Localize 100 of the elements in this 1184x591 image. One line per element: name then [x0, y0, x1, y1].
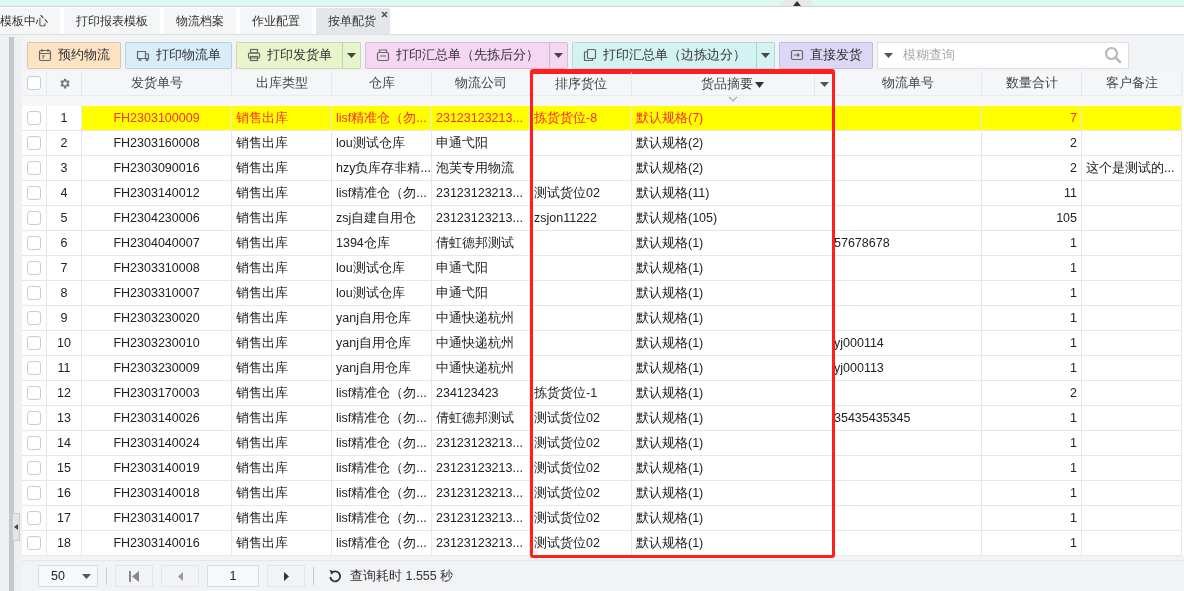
checkbox[interactable]: [27, 76, 41, 90]
checkbox[interactable]: [27, 361, 41, 375]
table-cell: 11: [982, 181, 1082, 206]
table-cell: lou测试仓库: [332, 256, 432, 281]
checkbox[interactable]: [27, 161, 41, 175]
table-cell: 测试货位02: [530, 506, 632, 531]
tab[interactable]: 物流档案: [164, 8, 236, 34]
sort-icon: [755, 81, 764, 88]
table-cell: 默认规格(2): [632, 156, 834, 181]
checkbox[interactable]: [27, 211, 41, 225]
row-number: 6: [47, 231, 82, 256]
checkbox[interactable]: [27, 236, 41, 250]
row-number: 17: [47, 506, 82, 531]
table-cell: 1: [982, 356, 1082, 381]
table-cell: FH2303140024: [82, 431, 232, 456]
table-cell: 销售出库: [232, 531, 332, 556]
collapse-handle[interactable]: [780, 0, 814, 6]
refresh-icon[interactable]: [328, 569, 342, 583]
caret-icon: [819, 82, 829, 87]
first-page-button[interactable]: [115, 565, 153, 587]
checkbox[interactable]: [27, 511, 41, 525]
table-cell: 销售出库: [232, 206, 332, 231]
left-arrow-icon: [177, 571, 183, 581]
table-cell: 1: [982, 431, 1082, 456]
chevron-icon[interactable]: [728, 96, 738, 102]
checkbox[interactable]: [27, 536, 41, 550]
row-number: 1: [47, 106, 82, 131]
page-number-field[interactable]: 1: [207, 565, 259, 587]
tab[interactable]: 模板中心: [0, 8, 60, 34]
dropdown-button[interactable]: [756, 42, 774, 68]
checkbox[interactable]: [27, 386, 41, 400]
table-cell: 23123123213...: [432, 431, 530, 456]
row-number: 13: [47, 406, 82, 431]
table-cell: 1: [982, 331, 1082, 356]
checkbox[interactable]: [27, 461, 41, 475]
table-cell: 2: [982, 131, 1082, 156]
search-icon[interactable]: [1104, 46, 1122, 64]
row-number: 12: [47, 381, 82, 406]
table-cell: yanj自用仓库: [332, 356, 432, 381]
caret-icon[interactable]: [884, 52, 893, 58]
table-cell: 泡芙专用物流: [432, 156, 530, 181]
table-cell: 默认规格(1): [632, 281, 834, 306]
previous-page-button[interactable]: [161, 565, 199, 587]
checkbox[interactable]: [27, 486, 41, 500]
table-cell: lisf精准仓（勿...: [332, 431, 432, 456]
toolbar-button[interactable]: 预约物流: [28, 42, 120, 68]
tab[interactable]: 打印报表模板: [64, 8, 160, 34]
tab[interactable]: 作业配置: [240, 8, 312, 34]
toolbar-icon: [247, 48, 261, 62]
table-cell: lisf精准仓（勿...: [332, 181, 432, 206]
dropdown-button[interactable]: [342, 42, 360, 68]
collapse-handle[interactable]: [12, 513, 20, 541]
table-cell: 默认规格(1): [632, 456, 834, 481]
table-cell: FH2303140012: [82, 181, 232, 206]
search-box[interactable]: 模糊查询: [877, 41, 1129, 69]
table-cell: 拣货货位-8: [530, 106, 632, 131]
table-cell: FH2303140026: [82, 406, 232, 431]
table-cell: 默认规格(1): [632, 356, 834, 381]
table-cell: 倩虹德邦测试: [432, 231, 530, 256]
query-time: 查询耗时 1.555 秒: [350, 567, 454, 585]
table-cell: 默认规格(7): [632, 106, 834, 131]
tab[interactable]: 按单配货: [316, 8, 390, 34]
next-page-button[interactable]: [267, 565, 305, 587]
table-cell: yanj自用仓库: [332, 331, 432, 356]
table-cell: 销售出库: [232, 456, 332, 481]
checkbox[interactable]: [27, 336, 41, 350]
row-number: 10: [47, 331, 82, 356]
toolbar-button[interactable]: 打印物流单: [126, 42, 231, 68]
table-cell: 23123123213...: [432, 506, 530, 531]
table-cell: 默认规格(1): [632, 306, 834, 331]
toolbar-icon: [38, 48, 52, 62]
toolbar-button[interactable]: 直接发货: [780, 42, 872, 68]
table-cell: 默认规格(1): [632, 381, 834, 406]
checkbox[interactable]: [27, 111, 41, 125]
table-cell: 销售出库: [232, 131, 332, 156]
table-cell: FH2303090016: [82, 156, 232, 181]
table-cell: 申通弋阳: [432, 131, 530, 156]
checkbox[interactable]: [27, 261, 41, 275]
checkbox[interactable]: [27, 136, 41, 150]
table-cell: 默认规格(1): [632, 331, 834, 356]
table-cell: lou测试仓库: [332, 281, 432, 306]
checkbox[interactable]: [27, 311, 41, 325]
table-cell: 57678678: [834, 231, 982, 256]
dropdown-button[interactable]: [549, 42, 567, 68]
checkbox[interactable]: [27, 436, 41, 450]
right-arrow-icon: [283, 571, 289, 581]
checkbox[interactable]: [27, 286, 41, 300]
checkbox[interactable]: [27, 186, 41, 200]
table-cell: 1: [982, 506, 1082, 531]
page-size-select[interactable]: 50: [38, 565, 98, 587]
table-cell: 1: [982, 231, 1082, 256]
table-cell: 默认规格(2): [632, 131, 834, 156]
table-cell: 1: [982, 306, 1082, 331]
close-icon[interactable]: [381, 11, 388, 18]
checkbox[interactable]: [27, 411, 41, 425]
table-cell: 销售出库: [232, 306, 332, 331]
table-cell: 中通快递杭州: [432, 331, 530, 356]
table-cell: FH2303160008: [82, 131, 232, 156]
table-cell: 234123423: [432, 381, 530, 406]
table-cell: 销售出库: [232, 431, 332, 456]
